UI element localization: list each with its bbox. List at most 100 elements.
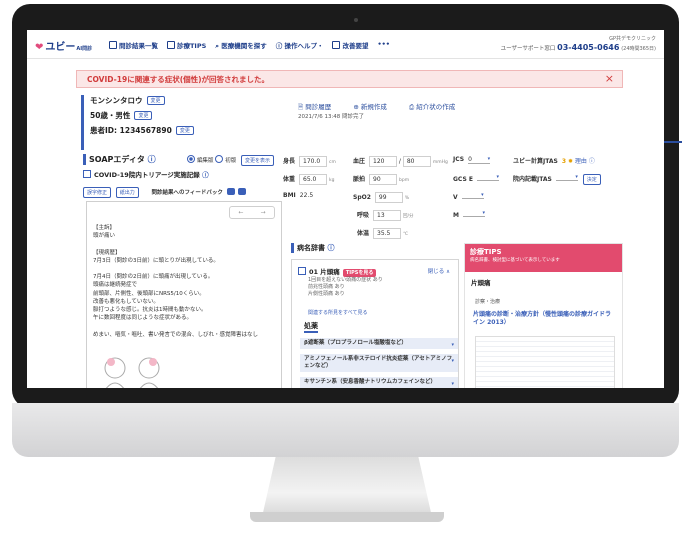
support-line: ユーザーサポート窓口 03-4405-0646 (24時間365日)	[501, 43, 656, 52]
new-link[interactable]: ⊕ 新規作成	[353, 103, 397, 111]
camera-dot	[354, 18, 358, 22]
radio-edited[interactable]: 編集版	[187, 155, 214, 164]
referral-link[interactable]: ⎙ 紹介状の作成	[409, 103, 465, 111]
monitor-chin	[12, 403, 679, 457]
edit-id-button[interactable]: 変更	[175, 126, 194, 135]
soap-version-toggle: 編集版 初版 変更を表示	[187, 155, 275, 166]
close-candidate-link[interactable]: 閉じる ∧	[428, 267, 450, 275]
temp-input[interactable]: 35.5	[373, 228, 402, 239]
soap-editor-title: SOAPエディタ ⓘ	[83, 154, 156, 165]
clinical-tips-panel: 診療TIPS 病名辞書、検討型に基づいて表示しています 片頭痛 診察・治療 片頭…	[464, 243, 623, 388]
soap-text-editor[interactable]: ← → 【主訴】 頭が痛い 【現病歴】 7月3日（問診の3日前）に頭とりが出現し…	[86, 201, 282, 388]
new-label: 新規作成	[360, 103, 387, 111]
height-label: 身長	[283, 158, 296, 165]
in-jtas-select[interactable]: ▾	[555, 174, 578, 181]
in-jtas-field: 院内記載JTAS ▾ 決定	[513, 174, 601, 185]
tips-document-preview[interactable]	[475, 336, 615, 388]
patient-name-row: モンシンタロウ 変更	[90, 95, 250, 106]
nav-help[interactable]: ⓘ 操作ヘルプ・	[276, 40, 324, 51]
nav-more[interactable]: •••	[377, 40, 389, 51]
nav-tips[interactable]: 診療TIPS	[167, 40, 206, 51]
edit-name-button[interactable]: 変更	[146, 96, 165, 105]
help-icon[interactable]: ⓘ	[589, 158, 595, 165]
help-icon[interactable]: ⓘ	[148, 155, 156, 164]
patient-card: モンシンタロウ 変更 50歳・男性 変更 患者ID: 1234567890 変更	[81, 95, 250, 150]
candidate-item[interactable]: 01 片頭痛 TIPSを見る	[298, 266, 377, 277]
tips-category: 診察・治療	[475, 299, 501, 305]
history-link[interactable]: 🗎 問診履歴	[298, 103, 341, 111]
chevron-down-icon: ▾	[487, 156, 491, 162]
app-logo[interactable]: ❤ ユビーAI問診	[35, 38, 92, 53]
nav-results-list[interactable]: 問診結果一覧	[109, 40, 158, 51]
tips-diagnosis: 片頭痛	[471, 279, 491, 287]
info-icon: ⓘ	[275, 42, 283, 50]
chevron-up-icon: ∧	[445, 269, 450, 275]
weight-label: 体重	[283, 176, 296, 183]
bmi-field: BMI 22.5	[283, 192, 313, 199]
referral-label: 紹介状の作成	[416, 103, 456, 111]
interview-date: 2021/7/6 13:48 問診完了	[298, 114, 365, 120]
jtas-label: ユビー計算JTAS	[513, 158, 558, 165]
edit-age-button[interactable]: 変更	[134, 111, 153, 120]
radio-dot-icon	[187, 155, 195, 163]
dict-title-text: 病名辞書	[297, 244, 325, 252]
thumbs-up-icon[interactable]	[226, 188, 235, 195]
thumbs-down-icon[interactable]	[238, 188, 247, 195]
covid-label: COVID-19院内トリアージ実施記録	[94, 171, 200, 179]
drug-item[interactable]: キサンチン系（安息香酸ナトリウムカフェインなど） ▾	[300, 377, 458, 388]
jtas-decide-button[interactable]: 決定	[582, 174, 601, 185]
checkbox-icon	[298, 267, 306, 275]
arrow-right-icon[interactable]: →	[260, 209, 265, 216]
gcs-e-select[interactable]: ▾	[476, 174, 499, 181]
bp-diastolic-input[interactable]: 80	[402, 156, 431, 167]
gcs-m-label: M	[453, 212, 459, 219]
checkbox-icon	[83, 170, 91, 178]
weight-input[interactable]: 65.0	[299, 174, 328, 185]
pulse-label: 脈拍	[353, 176, 366, 183]
spo2-unit: %	[404, 196, 410, 201]
search-icon: ⌕	[215, 42, 219, 50]
resp-input[interactable]: 13	[373, 210, 402, 221]
soap-toolbar: 誤字修正 紙出力 問診結果へのフィードバック	[83, 187, 247, 198]
drug-item[interactable]: β遮断薬（プロプラノロール塩酸塩など） ▾	[300, 338, 458, 349]
print-button[interactable]: 紙出力	[115, 187, 139, 198]
show-changes-button[interactable]: 変更を表示	[241, 155, 275, 166]
chevron-down-icon: ▾	[482, 210, 485, 216]
drug-item[interactable]: アミノフェノール系非ステロイド抗炎症薬（アセトアミノフェンなど） ▾	[300, 354, 458, 372]
soap-text[interactable]: 【主訴】 頭が痛い 【現病歴】 7月3日（問診の3日前）に頭とりが出現している。…	[93, 224, 275, 339]
candidate-findings: 1回目を超えない頭痛の症状 あり 前兆性頭痛 あり 片側性頭痛 あり	[308, 277, 383, 297]
covid-triage-checkbox[interactable]: COVID-19院内トリアージ実施記録 ⓘ	[83, 169, 209, 179]
temp-field: 体温 35.5 ℃	[357, 228, 408, 239]
nav-find-clinic[interactable]: ⌕ 医療機関を探す	[215, 40, 266, 51]
jcs-select[interactable]: 0 ▾	[468, 156, 491, 164]
jtas-reason-link[interactable]: 理由	[575, 158, 587, 165]
gcs-e-label: GCS E	[453, 176, 473, 183]
spo2-input[interactable]: 99	[374, 192, 403, 203]
view-tips-button[interactable]: TIPSを見る	[342, 269, 377, 277]
tips-document-link[interactable]: 片頭痛の診断・治療方針（慢性頭痛の診療ガイドライン 2013）	[473, 311, 613, 327]
nav-feedback[interactable]: 改善要望	[332, 40, 368, 51]
close-icon[interactable]: ×	[605, 72, 614, 85]
drug-label: β遮断薬（プロプラノロール塩酸塩など）	[304, 340, 407, 346]
patient-age-sex: 50歳・男性	[90, 111, 131, 120]
help-icon[interactable]: ⓘ	[202, 171, 209, 179]
correct-typo-button[interactable]: 誤字修正	[83, 187, 112, 198]
jtas-field: ユビー計算JTAS 3 ✹ 理由 ⓘ	[513, 156, 595, 165]
radio-dot-icon	[215, 155, 224, 163]
soap-title-text: SOAPエディタ	[89, 155, 145, 164]
covid-alert-banner: COVID-19に関連する症状(個性)が回答されました。 ×	[76, 70, 623, 88]
main-nav: 問診結果一覧 診療TIPS ⌕ 医療機関を探す ⓘ 操作ヘルプ・ 改善要望 ••…	[109, 40, 390, 51]
gcs-m-select[interactable]: ▾	[462, 210, 485, 217]
show-all-findings-link[interactable]: 関連する所見をすべて見る	[308, 309, 367, 316]
height-input[interactable]: 170.0	[299, 156, 328, 167]
sun-icon: ✹	[567, 158, 573, 165]
bp-systolic-input[interactable]: 120	[369, 156, 398, 167]
pulse-input[interactable]: 90	[369, 174, 398, 185]
chevron-down-icon: ▾	[496, 174, 499, 180]
radio-original[interactable]: 初版	[215, 155, 236, 164]
bp-unit: mmHg	[432, 160, 448, 165]
gcs-v-field: V ▾	[453, 192, 484, 201]
arrow-left-icon[interactable]: ←	[238, 209, 243, 216]
gcs-v-select[interactable]: ▾	[461, 192, 484, 199]
help-icon[interactable]: ⓘ	[327, 244, 334, 252]
